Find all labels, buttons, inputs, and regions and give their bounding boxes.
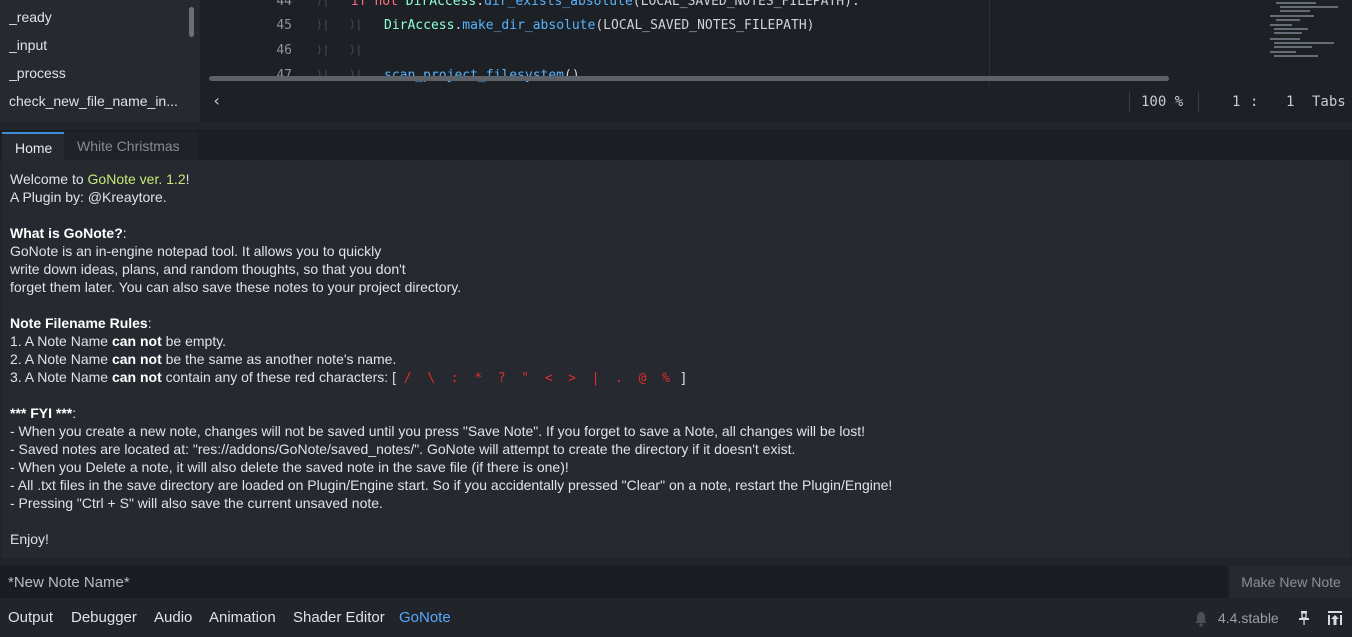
cursor-line: 1 <box>1232 94 1241 110</box>
expand-panel-icon[interactable] <box>1327 610 1343 626</box>
pin-icon[interactable] <box>1298 610 1310 626</box>
indent-marker-icon: ⟩| <box>316 0 330 7</box>
tab-shader-editor[interactable]: Shader Editor <box>293 609 385 626</box>
what-line: GoNote is an in-engine notepad tool. It … <box>10 243 382 259</box>
what-line: forget them later. You can also save the… <box>10 279 462 295</box>
code-minimap[interactable] <box>1262 0 1352 62</box>
closing-line: Enjoy! <box>10 531 49 547</box>
tab-gonote[interactable]: GoNote <box>399 609 451 626</box>
script-editor: _ready _input _process check_new_file_na… <box>0 0 1352 122</box>
welcome-line: Welcome to GoNote ver. 1.2! <box>10 171 190 187</box>
indent-marker-icon: ⟩| <box>316 43 330 56</box>
method-list-scrollbar[interactable] <box>189 7 194 37</box>
zoom-level[interactable]: 100 % <box>1141 94 1183 110</box>
code-text: DirAccess.make_dir_absolute(LOCAL_SAVED_… <box>384 18 815 33</box>
fyi-line: - Saved notes are located at: "res://add… <box>10 441 796 457</box>
rules-heading: Note Filename Rules: <box>10 315 152 331</box>
cursor-separator: : <box>1250 94 1259 110</box>
horizontal-scrollbar[interactable] <box>209 76 1169 81</box>
code-area[interactable]: 44 ⟩| if not DirAccess.dir_exists_absolute… <box>204 0 1352 86</box>
collapse-panel-icon[interactable]: ‹ <box>212 91 222 110</box>
forbidden-chars: / \ : * ? " < > | . @ % <box>395 371 678 386</box>
method-list: _ready _input _process check_new_file_na… <box>0 0 200 122</box>
rule-item: 3. A Note Name can not contain any of th… <box>10 369 686 386</box>
new-note-name-input[interactable] <box>0 566 1228 598</box>
app-name: GoNote ver. 1.2 <box>87 171 186 187</box>
tab-animation[interactable]: Animation <box>209 609 276 626</box>
line-number[interactable]: 46 <box>256 43 292 58</box>
fyi-line: - When you create a new note, changes wi… <box>10 423 866 439</box>
method-item[interactable]: check_new_file_name_in... <box>9 93 185 109</box>
what-line: write down ideas, plans, and random thou… <box>10 261 406 277</box>
tab-audio[interactable]: Audio <box>154 609 192 626</box>
indent-marker-icon: ⟩| <box>316 18 330 31</box>
notification-icon[interactable] <box>1194 611 1208 627</box>
note-tabs: Home White Christmas <box>0 130 1352 160</box>
rule-item: 1. A Note Name can not be empty. <box>10 333 227 349</box>
byline: A Plugin by: @Kreaytore. <box>10 189 167 205</box>
code-line[interactable]: 44 ⟩| if not DirAccess.dir_exists_absolute… <box>204 0 1264 18</box>
line-number[interactable]: 44 <box>256 0 292 9</box>
code-line[interactable]: 45 ⟩| ⟩| DirAccess.make_dir_absolute(LOCAL_… <box>204 18 1264 42</box>
fyi-heading: *** FYI ***: <box>10 405 77 421</box>
tab-debugger[interactable]: Debugger <box>71 609 137 626</box>
indent-marker-icon: ⟩| <box>349 18 363 31</box>
tab-home[interactable]: Home <box>2 132 64 160</box>
bottom-panel-bar: Output Debugger Audio Animation Shader E… <box>0 600 1352 637</box>
code-text: if not DirAccess.dir_exists_absolute(LOC… <box>351 0 860 9</box>
rule-item: 2. A Note Name can not be the same as an… <box>10 351 397 367</box>
fyi-line: - Pressing "Ctrl + S" will also save the… <box>10 495 383 511</box>
tab-output[interactable]: Output <box>8 609 53 626</box>
make-new-note-button[interactable]: Make New Note <box>1230 566 1352 598</box>
line-number[interactable]: 45 <box>256 18 292 33</box>
method-item[interactable]: _process <box>9 65 185 81</box>
method-item[interactable]: _ready <box>9 9 185 25</box>
note-content[interactable]: Welcome to GoNote ver. 1.2! A Plugin by:… <box>2 160 1350 558</box>
editor-status-bar: ‹ 100 % 1 : 1 Tabs <box>204 88 1352 116</box>
cursor-column: 1 <box>1286 94 1295 110</box>
new-note-row: Make New Note <box>0 566 1352 598</box>
fyi-line: - All .txt files in the save directory a… <box>10 477 893 493</box>
indent-marker-icon: ⟩| <box>349 43 363 56</box>
engine-version: 4.4.stable <box>1218 610 1279 626</box>
method-item[interactable]: _input <box>9 37 185 53</box>
indent-mode[interactable]: Tabs <box>1312 94 1346 110</box>
code-line[interactable]: 46 ⟩| ⟩| <box>204 43 1264 67</box>
tab-white-christmas[interactable]: White Christmas <box>64 132 198 160</box>
fyi-line: - When you Delete a note, it will also d… <box>10 459 569 475</box>
what-heading: What is GoNote?: <box>10 225 127 241</box>
